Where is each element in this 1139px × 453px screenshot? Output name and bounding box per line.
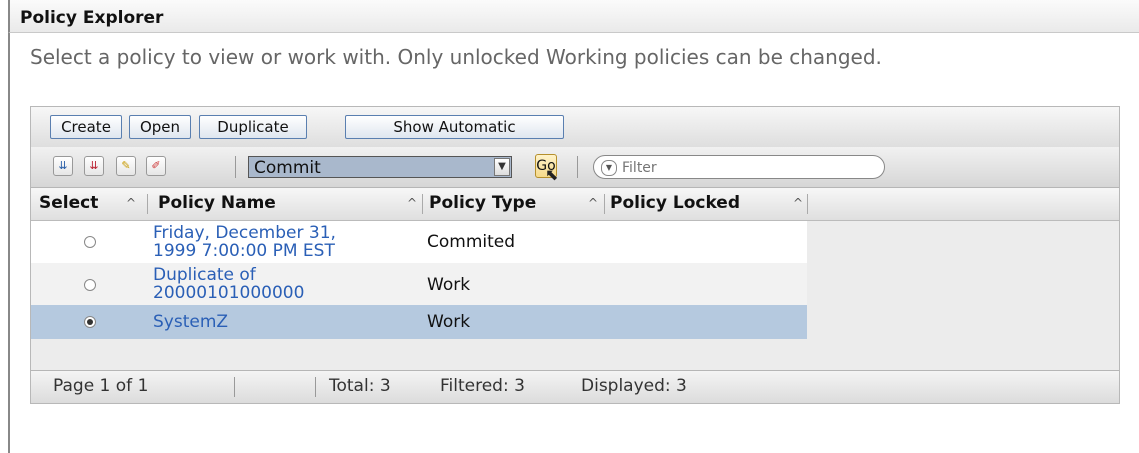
policy-type: Work (427, 312, 471, 332)
toolbar-separator (577, 156, 578, 178)
toolbar-separator (235, 156, 236, 178)
table-row[interactable]: Duplicate of 20000101000000 Work (31, 263, 807, 305)
table-row[interactable]: Friday, December 31, 1999 7:00:00 PM EST… (31, 221, 807, 263)
action-select[interactable]: Commit ▼ (248, 156, 512, 178)
column-header-policy-type[interactable]: Policy Type ^ (429, 188, 599, 220)
select-all-icon[interactable]: ⇊ (53, 156, 73, 176)
action-toolbar: ⇊ ⇊ ✎ ✐ Commit ▼ Go ⬉ ▼ (31, 147, 1119, 188)
row-radio[interactable] (84, 236, 96, 248)
table-row[interactable]: SystemZ Work (31, 305, 807, 339)
filter-input[interactable] (620, 158, 874, 178)
deselect-all-icon[interactable]: ⇊ (84, 156, 104, 176)
policy-name-link[interactable]: Duplicate of 20000101000000 (153, 266, 304, 302)
sort-icon[interactable]: ^ (126, 188, 136, 219)
column-separator (604, 194, 605, 214)
show-automatic-button[interactable]: Show Automatic (345, 115, 564, 139)
filter-box: ▼ (593, 155, 885, 179)
table-footer: Page 1 of 1 Total: 3 Filtered: 3 Display… (31, 370, 1119, 403)
policy-name-link[interactable]: SystemZ (153, 313, 228, 331)
column-separator (807, 194, 808, 214)
page-title: Policy Explorer (20, 8, 164, 28)
description-text: Select a policy to view or work with. On… (30, 45, 882, 69)
column-label: Policy Type (429, 193, 537, 213)
row-radio[interactable] (84, 279, 96, 291)
total-count: Total: 3 (329, 376, 391, 396)
footer-separator (234, 377, 235, 397)
column-separator (147, 194, 148, 214)
column-header-policy-locked[interactable]: Policy Locked ^ (610, 188, 810, 220)
policy-name-link[interactable]: Friday, December 31, 1999 7:00:00 PM EST (153, 224, 336, 260)
policy-type: Work (427, 275, 471, 295)
column-header-select[interactable]: Select ^ (39, 188, 136, 220)
duplicate-button[interactable]: Duplicate (199, 115, 307, 139)
column-label: Policy Name (158, 193, 276, 213)
title-bar: Policy Explorer (8, 0, 1139, 33)
column-label: Select (39, 193, 99, 213)
sort-icon[interactable]: ^ (407, 188, 417, 219)
chevron-down-icon[interactable]: ▼ (494, 158, 510, 176)
policy-type: Commited (427, 232, 516, 252)
mouse-cursor-icon: ⬉ (545, 165, 559, 184)
create-button[interactable]: Create (50, 115, 122, 139)
left-border (8, 33, 10, 453)
clear-icon[interactable]: ✐ (146, 156, 166, 176)
sort-icon[interactable]: ^ (588, 188, 598, 219)
table-header: Select ^ Policy Name ^ Policy Type ^ Pol… (31, 188, 1119, 221)
button-toolbar: Create Open Duplicate Show Automatic (31, 107, 1119, 148)
action-select-value: Commit (254, 158, 321, 178)
filtered-count: Filtered: 3 (440, 376, 525, 396)
policy-table-panel: Create Open Duplicate Show Automatic ⇊ ⇊… (30, 106, 1120, 404)
edit-icon[interactable]: ✎ (116, 156, 136, 176)
open-button[interactable]: Open (129, 115, 191, 139)
column-separator (422, 194, 423, 214)
row-radio-selected[interactable] (84, 316, 96, 328)
displayed-count: Displayed: 3 (581, 376, 687, 396)
footer-separator (315, 377, 316, 397)
page-indicator: Page 1 of 1 (53, 376, 149, 396)
column-header-policy-name[interactable]: Policy Name ^ (158, 188, 418, 220)
column-label: Policy Locked (610, 193, 741, 213)
filter-dropdown-icon[interactable]: ▼ (601, 160, 617, 176)
sort-icon[interactable]: ^ (793, 188, 803, 219)
